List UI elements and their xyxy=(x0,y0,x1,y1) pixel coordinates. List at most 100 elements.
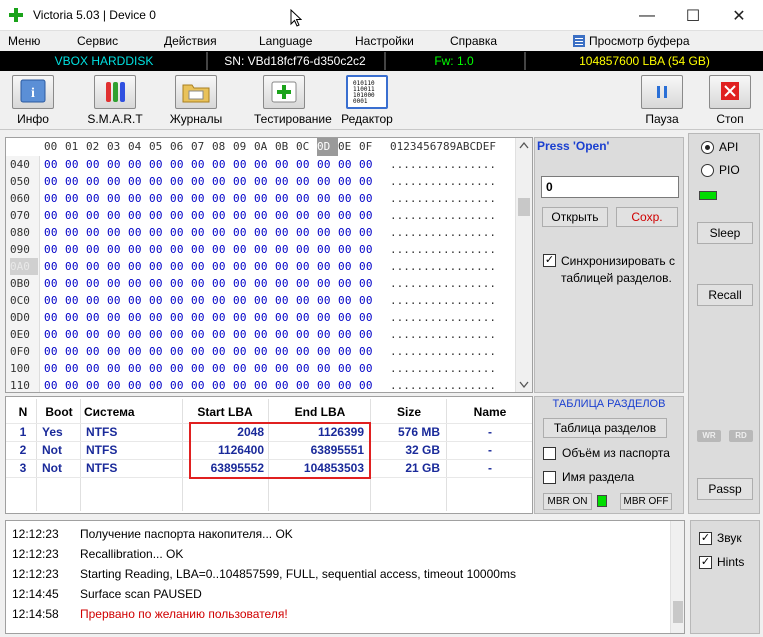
hex-byte[interactable]: 00 xyxy=(338,292,359,309)
hex-byte[interactable]: 00 xyxy=(296,326,317,343)
recall-button[interactable]: Recall xyxy=(697,284,753,306)
hex-byte[interactable]: 00 xyxy=(296,207,317,224)
open-button[interactable]: Открыть xyxy=(542,207,608,227)
hex-byte[interactable]: 00 xyxy=(65,275,86,292)
hex-byte[interactable]: 00 xyxy=(170,326,191,343)
hex-byte[interactable]: 00 xyxy=(128,292,149,309)
hex-byte[interactable]: 00 xyxy=(359,360,380,377)
hex-byte[interactable]: 00 xyxy=(254,326,275,343)
hex-byte[interactable]: 00 xyxy=(44,173,65,190)
hex-byte[interactable]: 00 xyxy=(359,258,380,275)
partition-cell-fs[interactable]: NTFS xyxy=(86,443,146,457)
hex-byte[interactable]: 00 xyxy=(170,224,191,241)
hex-byte[interactable]: 00 xyxy=(86,156,107,173)
hex-byte[interactable]: 00 xyxy=(296,156,317,173)
hex-scrollbar[interactable] xyxy=(515,138,532,392)
menu-main[interactable]: Меню xyxy=(8,34,40,48)
partition-cell-size[interactable]: 576 MB xyxy=(372,425,440,439)
hex-byte[interactable]: 00 xyxy=(65,241,86,258)
hex-byte[interactable]: 00 xyxy=(212,258,233,275)
hints-checkbox[interactable]: ✓ xyxy=(699,556,712,569)
hex-byte[interactable]: 00 xyxy=(170,292,191,309)
hex-row[interactable]: 0E0 00 00 00 00 00 00 00 00 00 00 00 00 00 00 00 00.....… xyxy=(6,326,516,343)
hex-byte[interactable]: 00 xyxy=(86,207,107,224)
hex-byte[interactable]: 00 xyxy=(338,377,359,394)
hex-byte[interactable]: 00 xyxy=(317,258,338,275)
hex-byte[interactable]: 00 xyxy=(254,309,275,326)
hex-byte[interactable]: 00 xyxy=(86,309,107,326)
hex-byte[interactable]: 00 xyxy=(107,309,128,326)
hex-byte[interactable]: 00 xyxy=(86,173,107,190)
hex-byte[interactable]: 00 xyxy=(359,343,380,360)
hex-byte[interactable]: 00 xyxy=(359,309,380,326)
hex-byte[interactable]: 00 xyxy=(149,326,170,343)
partition-cell-size[interactable]: 21 GB xyxy=(372,461,440,475)
hex-byte[interactable]: 00 xyxy=(44,224,65,241)
hex-byte[interactable]: 00 xyxy=(254,156,275,173)
hex-byte[interactable]: 00 xyxy=(317,190,338,207)
hex-byte[interactable]: 00 xyxy=(149,207,170,224)
hex-byte[interactable]: 00 xyxy=(128,275,149,292)
hex-byte[interactable]: 00 xyxy=(317,326,338,343)
hex-byte[interactable]: 00 xyxy=(212,377,233,394)
api-radio[interactable] xyxy=(701,141,714,154)
hex-byte[interactable]: 00 xyxy=(338,360,359,377)
hex-byte[interactable]: 00 xyxy=(317,275,338,292)
hex-byte[interactable]: 00 xyxy=(107,156,128,173)
hex-row-bytes[interactable]: 00 00 00 00 00 00 00 00 00 00 00 00 00 00 00 00 xyxy=(44,309,380,326)
hex-byte[interactable]: 00 xyxy=(275,241,296,258)
hex-byte[interactable]: 00 xyxy=(44,156,65,173)
partition-cell-name[interactable]: - xyxy=(448,461,532,475)
log-scroll-thumb[interactable] xyxy=(673,601,683,623)
hex-byte[interactable]: 00 xyxy=(170,275,191,292)
hex-byte[interactable]: 00 xyxy=(338,309,359,326)
hex-row-bytes[interactable]: 00 00 00 00 00 00 00 00 00 00 00 00 00 00 00 00 xyxy=(44,377,380,394)
menu-settings[interactable]: Настройки xyxy=(355,34,414,48)
hex-byte[interactable]: 00 xyxy=(359,156,380,173)
hex-byte[interactable]: 00 xyxy=(107,360,128,377)
hex-byte[interactable]: 00 xyxy=(359,190,380,207)
pause-button[interactable]: Пауза xyxy=(632,75,692,127)
hex-byte[interactable]: 00 xyxy=(233,275,254,292)
hex-byte[interactable]: 00 xyxy=(65,258,86,275)
hex-row[interactable]: 0C0 00 00 00 00 00 00 00 00 00 00 00 00 00 00 00 00.....… xyxy=(6,292,516,309)
testing-button[interactable]: Тестирование xyxy=(254,75,332,127)
hex-byte[interactable]: 00 xyxy=(191,377,212,394)
hex-byte[interactable]: 00 xyxy=(275,190,296,207)
hex-byte[interactable]: 00 xyxy=(275,173,296,190)
hex-byte[interactable]: 00 xyxy=(44,377,65,394)
hex-byte[interactable]: 00 xyxy=(44,309,65,326)
hex-byte[interactable]: 00 xyxy=(338,224,359,241)
hex-byte[interactable]: 00 xyxy=(128,190,149,207)
hex-byte[interactable]: 00 xyxy=(296,275,317,292)
hex-byte[interactable]: 00 xyxy=(338,156,359,173)
logs-button[interactable]: Журналы xyxy=(166,75,226,127)
hex-byte[interactable]: 00 xyxy=(317,207,338,224)
hex-byte[interactable]: 00 xyxy=(359,173,380,190)
hex-byte[interactable]: 00 xyxy=(191,241,212,258)
hex-byte[interactable]: 00 xyxy=(128,360,149,377)
hex-byte[interactable]: 00 xyxy=(170,207,191,224)
hex-byte[interactable]: 00 xyxy=(275,275,296,292)
hex-byte[interactable]: 00 xyxy=(254,292,275,309)
hex-byte[interactable]: 00 xyxy=(212,275,233,292)
hex-byte[interactable]: 00 xyxy=(65,326,86,343)
hex-byte[interactable]: 00 xyxy=(359,224,380,241)
hex-row-bytes[interactable]: 00 00 00 00 00 00 00 00 00 00 00 00 00 00 00 00 xyxy=(44,241,380,258)
hex-byte[interactable]: 00 xyxy=(86,275,107,292)
hex-byte[interactable]: 00 xyxy=(107,207,128,224)
stop-button[interactable]: Стоп xyxy=(700,75,760,127)
offset-input[interactable]: 0 xyxy=(541,176,679,198)
hex-byte[interactable]: 00 xyxy=(338,275,359,292)
hex-byte[interactable]: 00 xyxy=(65,309,86,326)
hex-byte[interactable]: 00 xyxy=(170,190,191,207)
hex-byte[interactable]: 00 xyxy=(149,224,170,241)
hex-scroll-thumb[interactable] xyxy=(518,198,530,216)
hex-byte[interactable]: 00 xyxy=(212,343,233,360)
hex-byte[interactable]: 00 xyxy=(275,309,296,326)
hex-byte[interactable]: 00 xyxy=(65,224,86,241)
hex-byte[interactable]: 00 xyxy=(44,241,65,258)
hex-row[interactable]: 0B0 00 00 00 00 00 00 00 00 00 00 00 00 00 00 00 00.....… xyxy=(6,275,516,292)
hex-byte[interactable]: 00 xyxy=(107,224,128,241)
hex-byte[interactable]: 00 xyxy=(170,377,191,394)
